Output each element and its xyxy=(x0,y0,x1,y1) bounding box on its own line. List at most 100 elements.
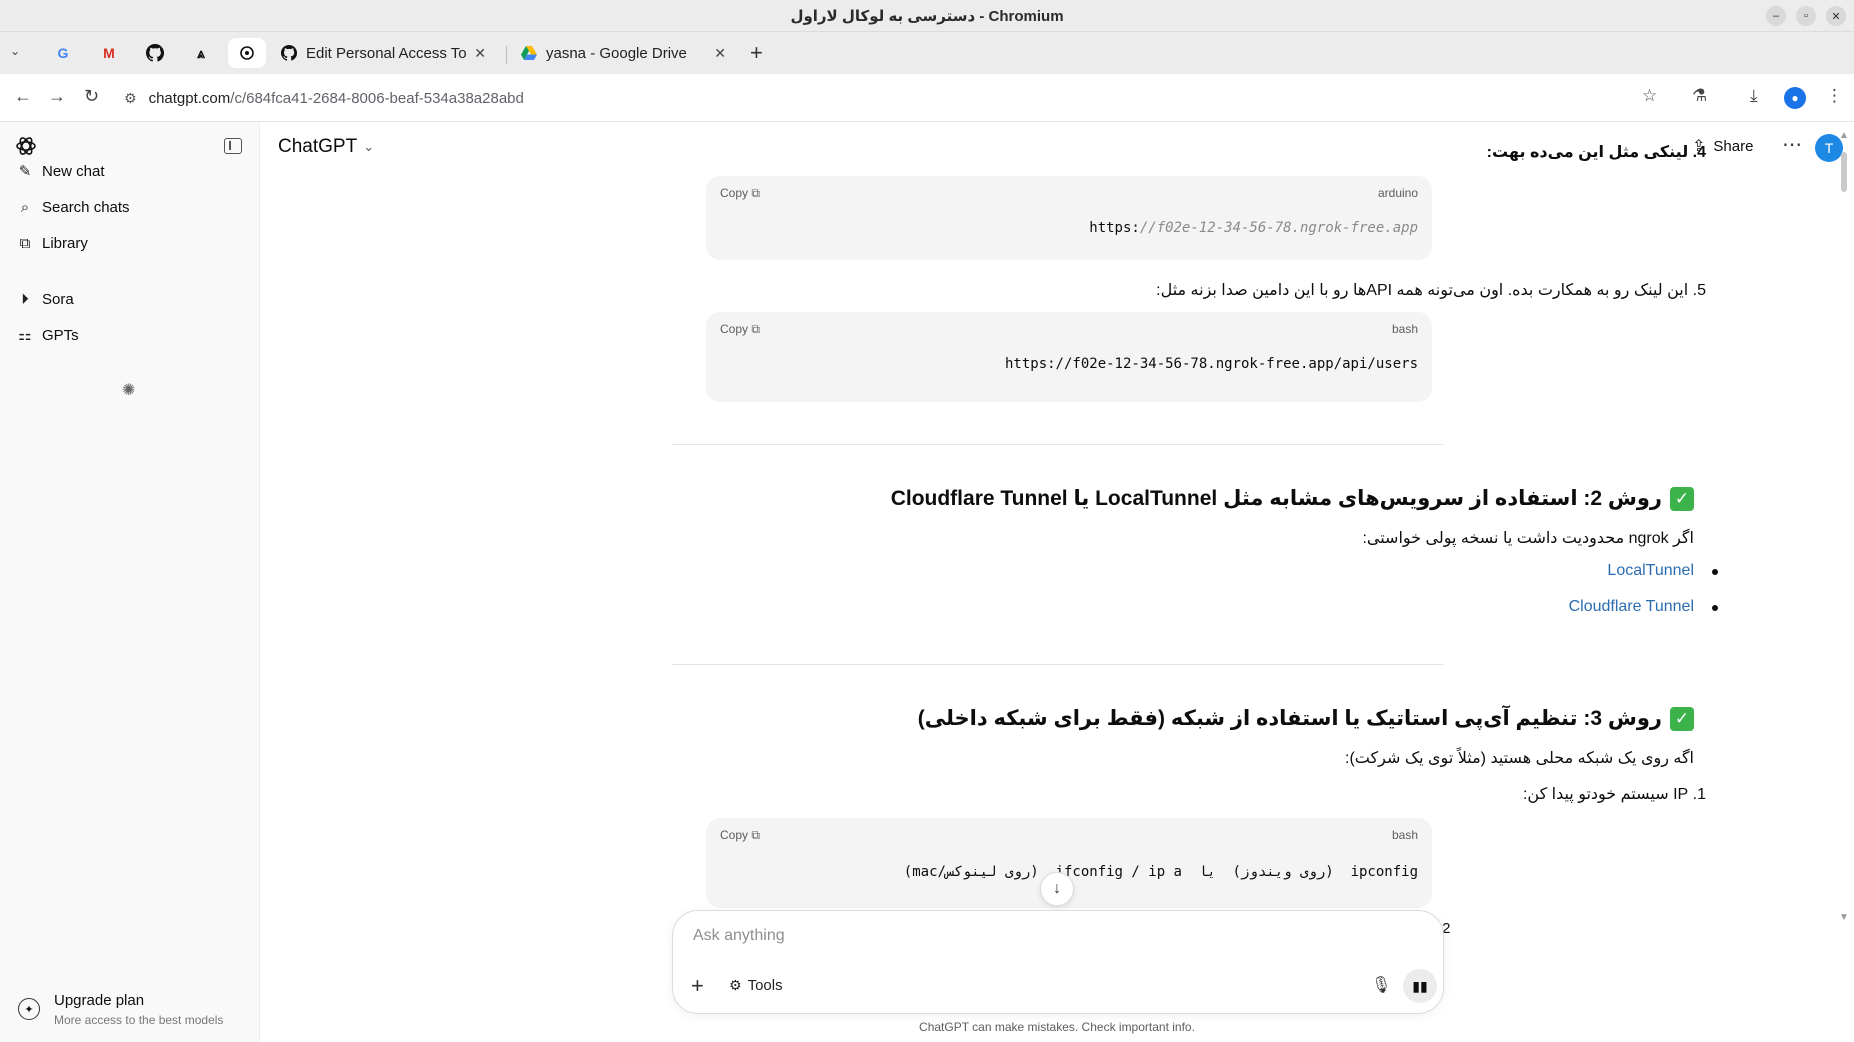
reload-icon[interactable]: ↻ xyxy=(84,86,99,107)
check-mark-icon: ✓ xyxy=(1670,706,1694,731)
message-step-5: 5. این لینک رو به همکارت بده. اون می‌تون… xyxy=(1156,282,1706,299)
more-options-icon[interactable]: ⋯ xyxy=(1782,132,1803,157)
link-localtunnel[interactable]: LocalTunnel xyxy=(1607,562,1694,580)
chatgpt-tab-icon[interactable] xyxy=(228,38,266,68)
upgrade-badge-icon: ✦ xyxy=(18,998,40,1020)
code-text: https://f02e-12-34-56-78.ngrok-free.app xyxy=(1089,220,1418,236)
upgrade-plan-button[interactable]: ✦ Upgrade plan More access to the best m… xyxy=(18,992,223,1027)
code-language: bash xyxy=(1391,322,1418,336)
message-step-1: 1. IP سیستم خودتو پیدا کن: xyxy=(1522,786,1706,803)
download-icon[interactable]: ⤓ xyxy=(1750,86,1758,106)
tab-label: yasna - Google Drive xyxy=(546,44,687,62)
bullet xyxy=(1712,605,1718,611)
sidebar-item-label: New chat xyxy=(42,162,105,180)
copy-code-button[interactable]: Copy ⧉ xyxy=(720,828,760,843)
tab-search-chevron-icon[interactable]: ⌄ xyxy=(10,44,20,58)
site-info-icon[interactable]: ⚙ xyxy=(124,90,137,107)
window-titlebar: دسترسی به لوکال لاراول - Chromium – ▫ ✕ xyxy=(0,0,1854,32)
method-3-intro: اگه روی یک شبکه محلی هستید (مثلاً توی یک… xyxy=(1345,750,1694,767)
github-pinned-icon[interactable] xyxy=(136,38,174,68)
github-icon xyxy=(280,44,298,62)
close-icon[interactable]: ✕ xyxy=(1826,6,1846,26)
grid-icon: ⚏ xyxy=(18,327,32,344)
library-icon: ⧉ xyxy=(19,234,31,252)
link-cloudflare-tunnel[interactable]: Cloudflare Tunnel xyxy=(1569,598,1694,616)
back-arrow-icon[interactable]: ← xyxy=(14,86,32,107)
code-language: arduino xyxy=(1377,186,1418,200)
scrollbar-thumb[interactable] xyxy=(1841,152,1847,192)
chatgpt-logo-icon[interactable] xyxy=(14,134,38,158)
sketch-app-icon[interactable]: ⩓ xyxy=(182,38,220,68)
tab-label: Edit Personal Access Tok xyxy=(306,44,467,62)
code-block: arduino Copy ⧉ https://f02e-12-34-56-78.… xyxy=(706,176,1432,260)
composer: Ask anything + ⚙ Tools 🎙 ▮▮ xyxy=(672,910,1444,1014)
chevron-down-icon: ⌄ xyxy=(363,139,375,154)
tab-github-token[interactable]: Edit Personal Access Tok ✕ xyxy=(268,36,498,70)
sidebar: ✎ New chat ⌕ Search chats ⧉ Library ⏵ So… xyxy=(0,122,260,1042)
google-translate-icon[interactable]: G xyxy=(44,38,82,68)
edit-icon: ✎ xyxy=(18,163,32,180)
sidebar-item-label: Sora xyxy=(42,290,74,308)
model-selector[interactable]: ChatGPT ⌄ xyxy=(278,136,374,158)
scroll-to-bottom-button[interactable]: ↓ xyxy=(1040,872,1074,906)
message-step-4: 4. لینکی مثل این می‌ده بهت: xyxy=(1486,144,1706,161)
code-text: ipconfig (روی ویندوز) یا ifconfig / ip a… xyxy=(903,864,1418,880)
tools-button[interactable]: ⚙ Tools xyxy=(729,977,783,994)
section-divider xyxy=(672,664,1444,665)
maximize-icon[interactable]: ▫ xyxy=(1796,6,1816,26)
sidebar-item-label: Search chats xyxy=(42,198,130,216)
copy-code-button[interactable]: Copy ⧉ xyxy=(720,322,760,337)
loading-spinner-icon: ✺ xyxy=(122,382,136,399)
google-drive-icon xyxy=(520,44,538,62)
tab-close-icon[interactable]: ✕ xyxy=(474,45,486,62)
bullet xyxy=(1712,569,1718,575)
code-language: bash xyxy=(1391,828,1418,842)
search-icon: ⌕ xyxy=(20,198,30,216)
heading-method-3: ✓ روش 3: تنظیم آی‌پی استاتیک یا استفاده … xyxy=(918,706,1694,731)
copy-code-button[interactable]: Copy ⧉ xyxy=(720,186,760,201)
url-path: /c/684fca41-2684-8006-beaf-534a38a28abd xyxy=(230,89,524,107)
sidebar-item-library[interactable]: ⧉ Library xyxy=(16,228,88,258)
sidebar-item-label: Library xyxy=(42,234,88,252)
code-text: https://f02e-12-34-56-78.ngrok-free.app/… xyxy=(1004,356,1418,372)
tools-label: Tools xyxy=(747,977,783,994)
gmail-icon[interactable]: M xyxy=(90,38,128,68)
upgrade-subtitle: More access to the best models xyxy=(54,1013,224,1027)
disclaimer: ChatGPT can make mistakes. Check importa… xyxy=(919,1020,1195,1034)
new-tab-button[interactable]: + xyxy=(750,40,763,66)
add-attachment-icon[interactable]: + xyxy=(691,973,704,999)
window-title: دسترسی به لوکال لاراول - Chromium xyxy=(790,8,1064,25)
heading-method-2: ✓ روش 2: استفاده از سرویس‌های مشابه مثل … xyxy=(891,486,1694,511)
upgrade-title: Upgrade plan xyxy=(54,992,145,1009)
sidebar-item-search-chats[interactable]: ⌕ Search chats xyxy=(16,192,130,222)
check-mark-icon: ✓ xyxy=(1670,486,1694,511)
method-2-intro: اگر ngrok محدودیت داشت یا نسخه پولی خواس… xyxy=(1362,530,1694,547)
browser-toolbar: ← → ↻ ⚙ chatgpt.com /c/684fca41-2684-800… xyxy=(0,74,1854,122)
section-divider xyxy=(672,444,1444,445)
sidebar-item-label: GPTs xyxy=(42,326,79,344)
browser-menu-icon[interactable]: ⋮ xyxy=(1826,86,1843,106)
main-panel: ChatGPT ⌄ ⇪ Share ⋯ T 4. لینکی مثل این م… xyxy=(260,122,1854,1042)
tab-strip: ⌄ G M ⩓ Edit Personal Access Tok ✕ yasna… xyxy=(0,32,1854,74)
tab-close-icon[interactable]: ✕ xyxy=(714,45,726,62)
sidebar-item-sora[interactable]: ⏵ Sora xyxy=(16,284,74,314)
voice-mode-icon[interactable]: ▮▮ xyxy=(1403,969,1437,1003)
model-name: ChatGPT xyxy=(278,136,358,157)
play-circle-icon: ⏵ xyxy=(21,290,29,308)
share-label: Share xyxy=(1713,137,1754,155)
scrollbar-down-icon[interactable]: ▼ xyxy=(1839,912,1849,923)
code-block: bash Copy ⧉ https://f02e-12-34-56-78.ngr… xyxy=(706,312,1432,402)
scrollbar-up-icon[interactable]: ▲ xyxy=(1839,130,1849,141)
toggle-sidebar-icon[interactable] xyxy=(224,138,242,154)
sidebar-item-gpts[interactable]: ⚏ GPTs xyxy=(16,320,79,350)
prompt-input[interactable]: Ask anything xyxy=(693,927,785,945)
profile-avatar-icon[interactable]: ● xyxy=(1784,87,1806,109)
sidebar-item-new-chat[interactable]: ✎ New chat xyxy=(16,156,105,186)
bookmark-star-icon[interactable]: ☆ xyxy=(1642,86,1657,106)
labs-flask-icon[interactable]: ⚗ xyxy=(1692,86,1707,106)
address-bar[interactable]: ⚙ chatgpt.com /c/684fca41-2684-8006-beaf… xyxy=(124,82,1684,114)
microphone-icon[interactable]: 🎙 xyxy=(1371,975,1391,995)
forward-arrow-icon[interactable]: → xyxy=(48,86,66,107)
minimize-icon[interactable]: – xyxy=(1766,6,1786,26)
tab-google-drive[interactable]: yasna - Google Drive ✕ xyxy=(508,36,738,70)
